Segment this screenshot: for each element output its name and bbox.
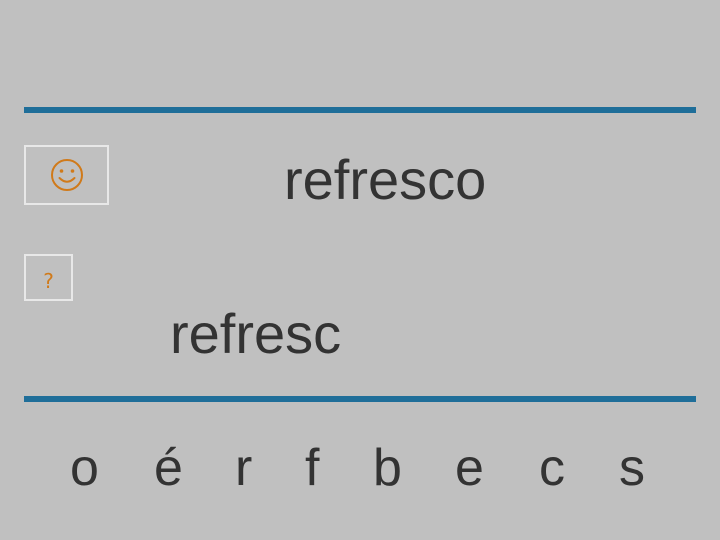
target-word: refresco [284,148,487,211]
letter-tile[interactable]: f [305,442,319,494]
smiley-button[interactable] [24,145,109,205]
help-label: ? [43,268,54,293]
letter-tile[interactable]: s [619,442,645,494]
letter-tile[interactable]: b [373,442,402,494]
help-button[interactable]: ? [24,254,73,301]
letter-tile[interactable]: r [235,442,252,494]
letter-bank: o é r f b e c s [0,442,720,498]
letter-tile[interactable]: e [455,442,484,494]
letter-tile[interactable]: c [539,442,565,494]
top-divider [24,107,696,113]
answer-word: refresc [170,302,342,365]
letter-tile[interactable]: o [70,442,99,494]
letter-tile[interactable]: é [154,442,183,494]
smiley-icon [50,159,83,191]
bottom-divider [24,396,696,402]
